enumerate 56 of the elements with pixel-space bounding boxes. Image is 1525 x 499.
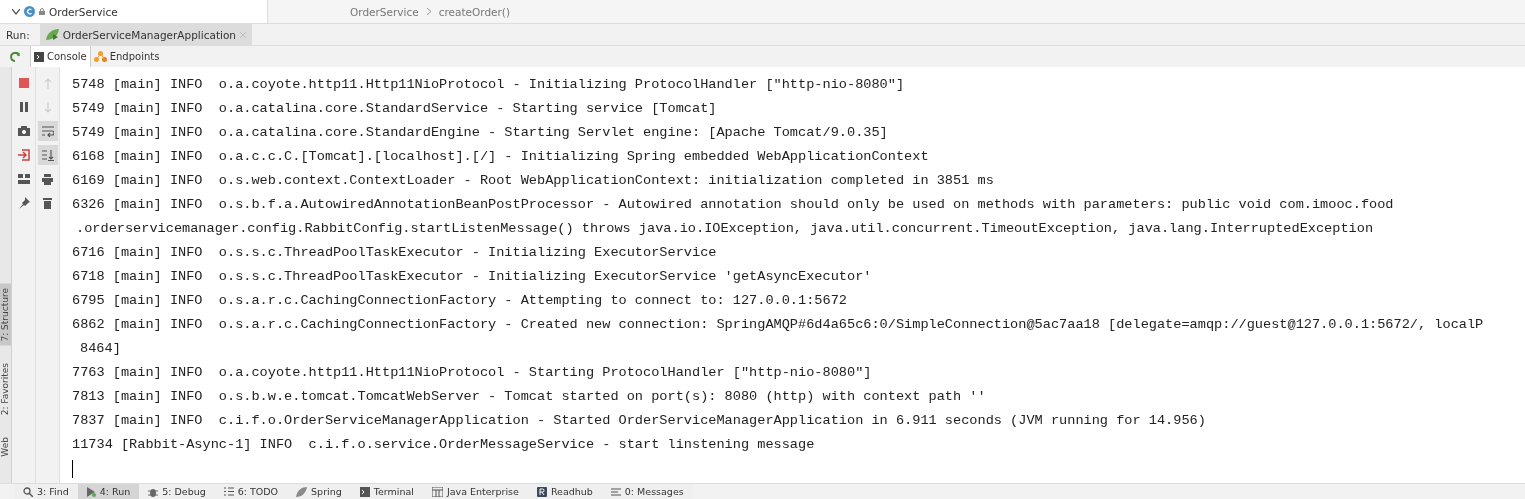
trash-icon[interactable] xyxy=(43,197,52,209)
soft-wrap-icon[interactable] xyxy=(41,125,54,137)
log-line: 6716 [main] INFO o.s.s.c.ThreadPoolTaskExecutor - Initializing ExecutorService xyxy=(72,244,717,262)
run-tab[interactable]: OrderServiceManagerApplication xyxy=(39,24,252,45)
side-tool-tab[interactable]: Web xyxy=(0,433,11,461)
text-cursor xyxy=(72,460,73,478)
lock-icon xyxy=(39,8,45,15)
scroll-to-end-icon[interactable] xyxy=(41,149,54,161)
printer-icon[interactable] xyxy=(42,173,53,185)
log-line: 7837 [main] INFO c.i.f.o.OrderServiceManagerApplication - Started OrderServiceManagerApplication in 6.911 seconds (JVM running for 14.956) xyxy=(72,412,1206,430)
log-line: 5749 [main] INFO o.a.catalina.core.StandardService - Starting service [Tomcat] xyxy=(72,100,717,118)
breadcrumb-item[interactable]: OrderService xyxy=(350,5,419,18)
pin-icon[interactable] xyxy=(17,197,30,209)
console-tab[interactable]: Console xyxy=(30,46,91,67)
log-line: 6795 [main] INFO o.s.a.r.c.CachingConnectionFactory - Attempting to connect to: 127.0.0.1:5672 xyxy=(72,292,847,310)
tree-item[interactable]: OrderService xyxy=(49,5,118,18)
camera-icon[interactable] xyxy=(17,126,30,136)
side-tool-tab[interactable]: 2: Favorites xyxy=(0,359,11,420)
run-label: Run: xyxy=(6,28,30,41)
console-tab[interactable]: Endpoints xyxy=(90,46,163,67)
endpoints-icon xyxy=(93,51,107,62)
log-line: 5748 [main] INFO o.a.coyote.http11.Http11NioProtocol - Initializing ProtocolHandler ["http-nio-8080"] xyxy=(72,76,905,94)
side-tool-tab[interactable]: 7: Structure xyxy=(0,283,11,346)
spring-run-icon xyxy=(45,29,59,40)
bug-icon xyxy=(148,486,159,497)
log-line: 11734 [Rabbit-Async-1] INFO c.i.f.o.service.OrderMessageService - start linstening message xyxy=(72,436,815,454)
log-line: 5749 [main] INFO o.a.catalina.core.StandardEngine - Starting Servlet engine: [Apache Tomcat/9.0.35] xyxy=(72,124,888,142)
play-icon xyxy=(86,486,96,497)
layout-icon[interactable] xyxy=(17,174,30,184)
run-tab-label: OrderServiceManagerApplication xyxy=(62,28,236,41)
pause-icon[interactable] xyxy=(19,102,28,112)
log-line: 7813 [main] INFO o.s.b.w.e.tomcat.TomcatWebServer - Tomcat started on port(s): 8080 (http) with context path '' xyxy=(72,388,986,406)
class-icon xyxy=(24,6,35,17)
stop-icon[interactable] xyxy=(18,78,29,88)
log-line: 6168 [main] INFO o.a.c.c.C.[Tomcat].[localhost].[/] - Initializing Spring embedded WebApplicationContext xyxy=(72,148,929,166)
log-line: 6169 [main] INFO o.s.web.context.ContextLoader - Root WebApplicationContext: initialization completed in 3851 ms xyxy=(72,172,994,190)
exit-icon[interactable] xyxy=(17,149,30,161)
log-line: 6862 [main] INFO o.s.a.r.c.CachingConnectionFactory - Created new connection: SpringAMQP#6d4a65c6:0/SimpleConnection@5ac7aa18 [delegate=amqp://guest@127.0.0.1:5672/, localP xyxy=(72,316,1484,334)
log-line: 7763 [main] INFO o.a.coyote.http11.Http11NioProtocol - Starting ProtocolHandler ["http-nio-8080"] xyxy=(72,364,872,382)
rerun-icon[interactable] xyxy=(9,50,21,63)
log-line: .orderservicemanager.config.RabbitConfig.startListenMessage() throws java.io.IOException, java.util.concurrent.TimeoutException, java.lang.InterruptedException xyxy=(76,220,1374,238)
leaf-icon xyxy=(296,486,308,497)
letter-r-icon xyxy=(536,486,547,497)
console-icon xyxy=(34,51,44,62)
log-line: 6326 [main] INFO o.s.b.f.a.AutowiredAnnotationBeanPostProcessor - Autowired annotation should only be used on methods with parameters: public void com.imooc.food xyxy=(72,196,1394,214)
list-icon xyxy=(223,487,234,496)
breadcrumb-item[interactable]: createOrder() xyxy=(438,5,511,18)
search-icon xyxy=(23,486,33,497)
chevron-right-icon xyxy=(426,8,431,15)
tool-window-button[interactable]: 4: Run xyxy=(77,484,140,499)
log-line: 6718 [main] INFO o.s.s.c.ThreadPoolTaskExecutor - Initializing ExecutorService 'getAsyncExecutor' xyxy=(72,268,872,286)
lines-icon xyxy=(610,487,621,496)
grid-icon xyxy=(431,486,443,497)
chevron-down-icon[interactable] xyxy=(12,8,20,15)
log-line: 8464] xyxy=(80,340,121,358)
terminal-icon xyxy=(359,486,370,497)
